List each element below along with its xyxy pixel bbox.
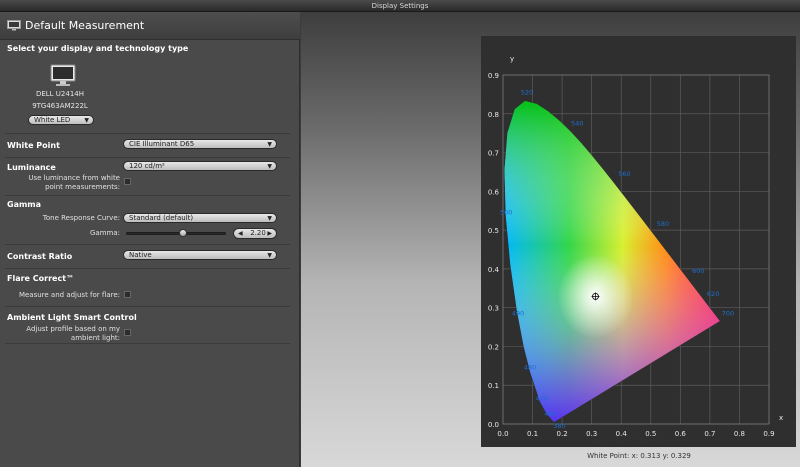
tone-curve-value: Standard (default) [129, 214, 194, 222]
white-point-value: CIE Illuminant D65 [129, 140, 195, 148]
divider [5, 268, 290, 269]
y-tick-label: 0.2 [488, 343, 499, 351]
ambient-checkbox[interactable] [124, 329, 131, 336]
chevron-down-icon: ▼ [267, 252, 272, 259]
x-tick-label: 0.2 [557, 430, 568, 438]
chevron-down-icon: ▼ [267, 141, 272, 148]
contrast-dropdown[interactable]: Native ▼ [123, 250, 277, 260]
use-white-point-label: Use luminance from white point measureme… [28, 174, 120, 191]
monitor-icon [7, 20, 21, 31]
x-tick-label: 0.0 [497, 430, 508, 438]
gamma-section-title: Gamma [7, 200, 42, 209]
tone-curve-dropdown[interactable]: Standard (default) ▼ [123, 213, 277, 223]
ambient-adjust-label: Adjust profile based on my ambient light… [26, 325, 120, 342]
y-tick-label: 0.5 [488, 227, 499, 235]
white-point-label: White Point [7, 141, 60, 150]
divider [5, 157, 290, 158]
cie-chart: 0.0 0.1 0.2 0.3 0.4 0.5 0.6 0.7 0.8 0.9 0.0 0.1 0.2 0… [481, 36, 796, 447]
chart-area: 0.0 0.1 0.2 0.3 0.4 0.5 0.6 0.7 0.8 0.9 0.0 0.1 0.2 0… [301, 12, 800, 467]
x-tick-label: 0.8 [734, 430, 745, 438]
x-tick-label: 0.5 [645, 430, 656, 438]
ambient-section-title: Ambient Light Smart Control [7, 313, 137, 322]
wavelength-label: 480 [524, 364, 536, 372]
divider [5, 195, 290, 196]
x-axis-label: x [779, 414, 783, 422]
chevron-down-icon: ▼ [267, 163, 272, 170]
wavelength-label: 470 [536, 395, 548, 403]
settings-panel: Default Measurement Select your display … [0, 12, 300, 467]
gamma-slider-thumb[interactable] [179, 229, 187, 237]
y-axis-label: y [510, 55, 514, 63]
luminance-dropdown[interactable]: 120 cd/m² ▼ [123, 161, 277, 171]
device-serial: 9TG463AM222L [32, 102, 88, 110]
device-name: DELL U2414H [35, 90, 85, 98]
luminance-readout: Luminance: 120.000 cd/m² [591, 438, 687, 446]
y-tick-label: 0.6 [488, 188, 500, 196]
y-tick-label: 0.1 [488, 382, 499, 390]
chevron-down-icon: ▼ [84, 117, 89, 124]
wavelength-label: 500 [500, 209, 512, 217]
flare-section-title: Flare Correct™ [7, 274, 75, 283]
gamma-label: Gamma: [90, 229, 120, 237]
divider [5, 306, 290, 307]
divider [5, 133, 290, 134]
y-tick-label: 0.0 [488, 421, 499, 429]
chevron-left-icon[interactable]: ◀ [238, 229, 243, 238]
gamma-stepper[interactable]: ◀ 2.20 ▶ [233, 228, 277, 239]
y-tick-label: 0.8 [488, 111, 499, 119]
luminance-value: 120 cd/m² [129, 162, 165, 170]
wavelength-label: 560 [618, 170, 630, 178]
flare-measure-label: Measure and adjust for flare: [18, 291, 120, 299]
tone-curve-label: Tone Response Curve: [42, 214, 120, 222]
technology-value: White LED [34, 116, 71, 124]
wavelength-label: 700 [722, 309, 734, 317]
x-tick-label: 0.3 [586, 430, 597, 438]
chevron-right-icon[interactable]: ▶ [267, 229, 272, 238]
divider [5, 244, 290, 245]
display-section-title: Select your display and technology type [7, 44, 189, 53]
panel-header: Default Measurement [0, 12, 300, 40]
wavelength-label: 380 [553, 422, 565, 430]
use-white-point-checkbox[interactable] [124, 178, 131, 185]
technology-dropdown[interactable]: White LED ▼ [28, 115, 94, 125]
wavelength-label: 490 [512, 309, 524, 317]
y-tick-label: 0.9 [488, 72, 499, 80]
chevron-down-icon: ▼ [267, 215, 272, 222]
x-tick-label: 0.4 [616, 430, 628, 438]
x-tick-label: 0.1 [527, 430, 538, 438]
gamma-value: 2.20 [250, 229, 266, 237]
y-tick-label: 0.7 [488, 150, 499, 158]
wavelength-label: 460 [544, 410, 556, 418]
x-tick-label: 0.9 [763, 430, 774, 438]
y-tick-label: 0.4 [488, 266, 500, 274]
white-point-readout: White Point: x: 0.313 y: 0.329 [587, 452, 691, 460]
wavelength-label: 540 [571, 119, 583, 127]
display-monitor-icon[interactable] [50, 64, 76, 88]
contrast-value: Native [129, 251, 152, 259]
wavelength-label: 580 [657, 220, 669, 228]
x-tick-label: 0.7 [704, 430, 715, 438]
wavelength-label: 520 [521, 88, 533, 96]
x-tick-label: 0.6 [675, 430, 687, 438]
gamma-slider[interactable] [126, 232, 226, 235]
y-tick-label: 0.3 [488, 305, 499, 313]
window-title: Display Settings [0, 0, 800, 12]
wavelength-label: 600 [692, 267, 704, 275]
divider [5, 343, 290, 344]
luminance-label: Luminance [7, 163, 56, 172]
page-title: Default Measurement [25, 19, 145, 32]
flare-checkbox[interactable] [124, 291, 131, 298]
contrast-label: Contrast Ratio [7, 252, 73, 261]
white-point-dropdown[interactable]: CIE Illuminant D65 ▼ [123, 139, 277, 149]
wavelength-label: 620 [707, 290, 719, 298]
cie-diagram-svg: 0.0 0.1 0.2 0.3 0.4 0.5 0.6 0.7 0.8 0.9 0.0 0.1 0.2 0… [488, 55, 783, 438]
